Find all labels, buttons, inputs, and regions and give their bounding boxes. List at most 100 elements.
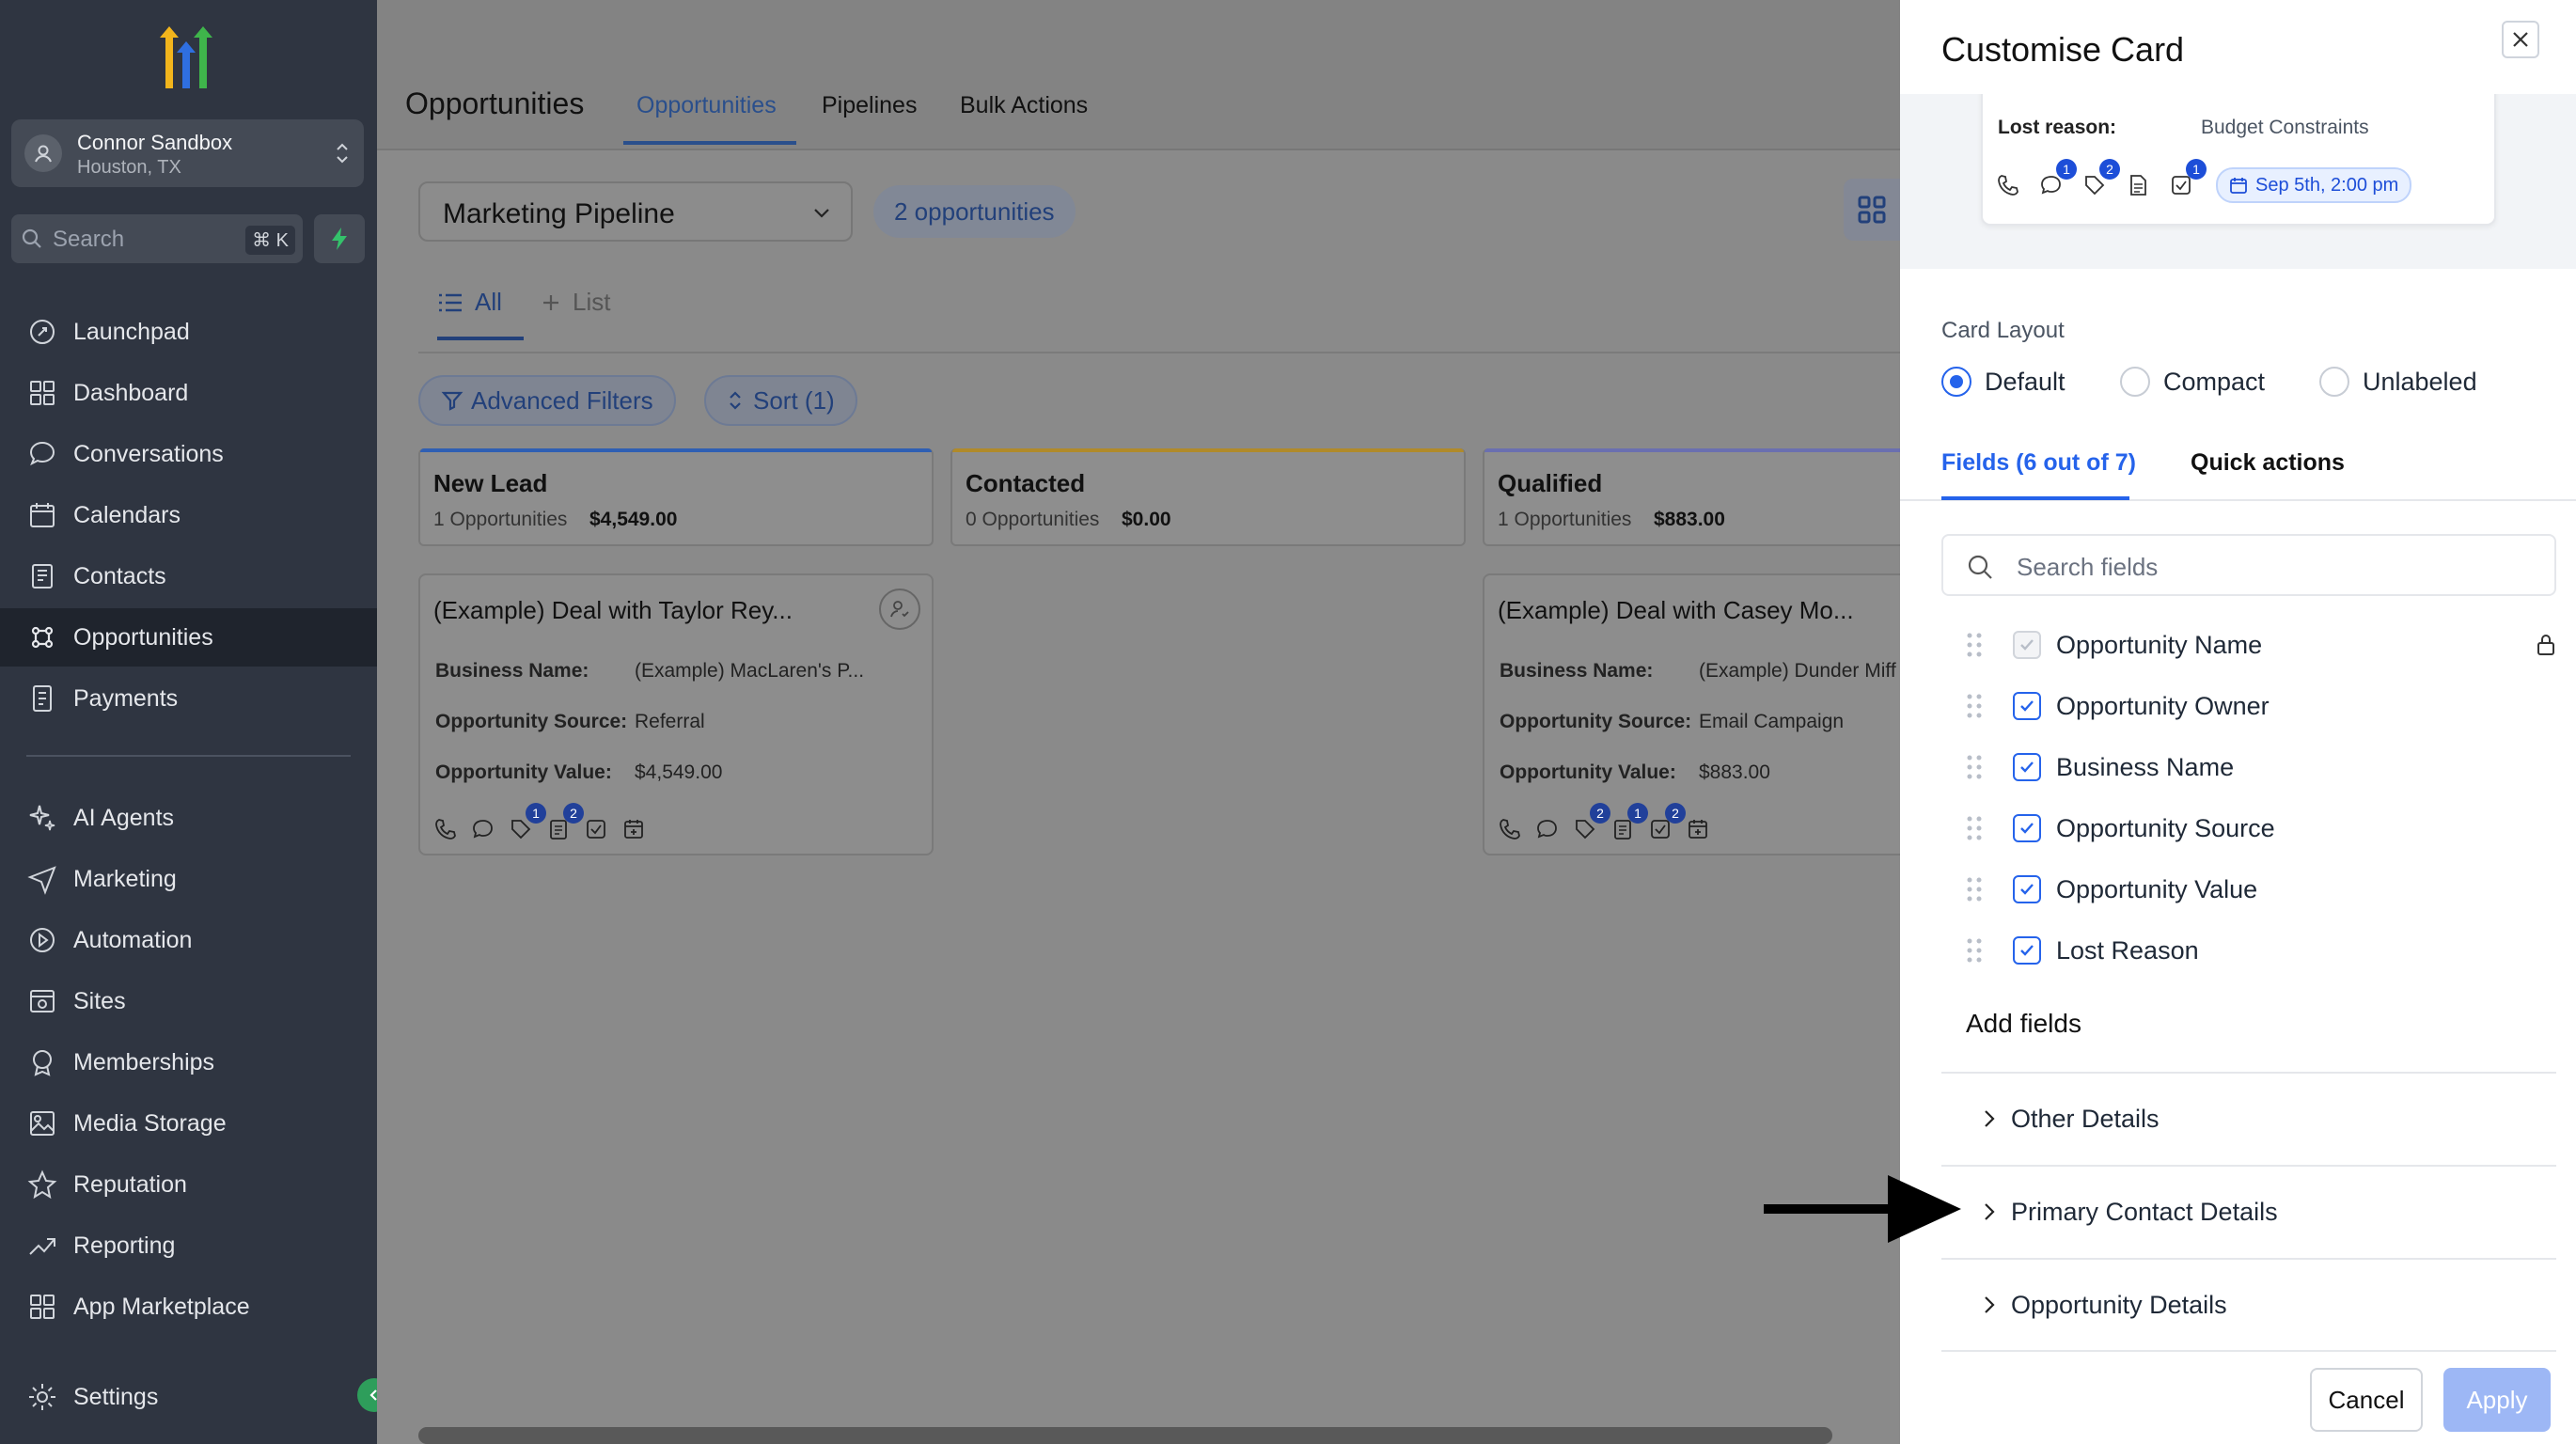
layout-radio-label: Default — [1985, 367, 2066, 396]
tab-fields[interactable]: Fields (6 out of 7) — [1941, 449, 2136, 477]
group-opportunity-details[interactable]: Opportunity Details — [1941, 1258, 2556, 1350]
search-fields-input[interactable]: Search fields — [1941, 534, 2556, 596]
customise-card-drawer: Customise Card Lost reason: Budget Const… — [1900, 0, 2576, 1444]
chevron-right-icon — [1985, 1296, 1995, 1313]
notes-icon[interactable]: 2 — [546, 803, 584, 844]
card-field-row: Opportunity Source: Email Campaign — [1500, 711, 1845, 732]
advanced-filters-button[interactable]: Advanced Filters — [418, 375, 676, 426]
tag-icon[interactable]: 2 — [1573, 803, 1610, 844]
field-checkbox[interactable] — [2013, 753, 2041, 781]
fields-tab-indicator — [1941, 496, 2129, 500]
field-row-opportunity-owner[interactable]: Opportunity Owner — [1941, 683, 2556, 730]
group-other-details[interactable]: Other Details — [1941, 1072, 2556, 1164]
sort-button[interactable]: Sort (1) — [704, 375, 857, 426]
drag-handle-icon[interactable] — [1964, 753, 1985, 781]
tag-icon: 2 — [2082, 159, 2126, 200]
phone-icon — [1996, 170, 2039, 200]
checkbox-task-icon[interactable]: 2 — [1648, 803, 1686, 844]
stage-column-header: Qualified 1 Opportunities $883.00 — [1483, 448, 1900, 546]
preview-badge: 2 — [2099, 159, 2120, 180]
sidebar-item-sites[interactable]: Sites — [0, 972, 377, 1030]
check-icon — [2020, 884, 2034, 895]
opportunity-card[interactable]: (Example) Deal with Taylor Rey... Busine… — [418, 573, 934, 855]
sites-icon — [26, 985, 58, 1017]
layout-radio-label: Unlabeled — [2363, 367, 2477, 396]
layout-radio-default[interactable]: Default — [1941, 367, 2066, 397]
apply-button[interactable]: Apply — [2443, 1368, 2551, 1432]
main-content: Opportunities Opportunities Pipelines Bu… — [377, 0, 1900, 1444]
view-tab-all[interactable]: All — [437, 288, 502, 317]
sidebar-item-payments[interactable]: Payments — [0, 669, 377, 728]
sidebar-item-automation[interactable]: Automation — [0, 911, 377, 969]
check-icon — [2020, 700, 2034, 712]
memberships-icon — [26, 1046, 58, 1078]
group-primary-contact-details[interactable]: Primary Contact Details — [1941, 1165, 2556, 1257]
sidebar-item-contacts[interactable]: Contacts — [0, 547, 377, 605]
layout-radio-compact[interactable]: Compact — [2120, 367, 2265, 397]
notes-icon[interactable]: 1 — [1610, 803, 1648, 844]
sidebar-item-memberships[interactable]: Memberships — [0, 1033, 377, 1091]
quick-action-button[interactable] — [314, 214, 365, 263]
phone-icon[interactable] — [1498, 814, 1535, 844]
sidebar-item-ai-agents[interactable]: AI Agents — [0, 789, 377, 847]
checkbox-task-icon[interactable] — [584, 814, 621, 844]
sidebar-item-reputation[interactable]: Reputation — [0, 1155, 377, 1214]
sidebar-search[interactable]: Search ⌘ K — [11, 214, 303, 263]
field-row-lost-reason[interactable]: Lost Reason — [1941, 927, 2556, 974]
sidebar-item-app-marketplace[interactable]: App Marketplace — [0, 1278, 377, 1336]
calendar-add-icon[interactable] — [621, 814, 659, 844]
account-switcher[interactable]: Connor Sandbox Houston, TX — [11, 119, 364, 187]
field-checkbox[interactable] — [2013, 814, 2041, 842]
phone-icon[interactable] — [433, 814, 471, 844]
field-row-opportunity-name[interactable]: Opportunity Name — [1941, 621, 2556, 668]
sidebar-item-label: Reputation — [73, 1170, 187, 1198]
sidebar-item-dashboard[interactable]: Dashboard — [0, 364, 377, 422]
chat-icon[interactable] — [471, 814, 509, 844]
tab-pipelines[interactable]: Pipelines — [822, 92, 917, 119]
field-row-opportunity-source[interactable]: Opportunity Source — [1941, 805, 2556, 852]
sidebar-item-calendars[interactable]: Calendars — [0, 486, 377, 544]
cancel-button[interactable]: Cancel — [2310, 1368, 2423, 1432]
stage-count: 1 Opportunities — [433, 509, 568, 530]
add-list-view-button[interactable]: List — [541, 288, 610, 317]
check-icon — [2020, 639, 2034, 651]
close-drawer-button[interactable] — [2502, 21, 2539, 58]
opportunity-card[interactable]: (Example) Deal with Casey Mo... Business… — [1483, 573, 1900, 855]
sidebar-item-media-storage[interactable]: Media Storage — [0, 1094, 377, 1153]
sidebar-item-settings[interactable]: Settings — [0, 1368, 377, 1426]
sidebar-item-conversations[interactable]: Conversations — [0, 425, 377, 483]
drag-handle-icon[interactable] — [1964, 692, 1985, 720]
card-field-row: Opportunity Source: Referral — [435, 711, 705, 732]
chevron-right-icon — [1985, 1203, 1995, 1220]
sidebar-item-label: Opportunities — [73, 623, 213, 651]
assign-owner-button[interactable] — [879, 589, 920, 630]
layout-radio-unlabeled[interactable]: Unlabeled — [2319, 367, 2477, 397]
sidebar-item-reporting[interactable]: Reporting — [0, 1216, 377, 1275]
search-icon — [1968, 555, 1992, 579]
sidebar-item-opportunities[interactable]: Opportunities — [0, 608, 377, 667]
drag-handle-icon[interactable] — [1964, 814, 1985, 842]
field-checkbox[interactable] — [2013, 692, 2041, 720]
card-preview-area: Lost reason: Budget Constraints 1 2 1 Se… — [1900, 94, 2576, 269]
sort-label: Sort (1) — [753, 385, 835, 415]
grid-view-button[interactable] — [1844, 179, 1900, 241]
calendar-add-icon[interactable] — [1686, 814, 1723, 844]
drag-handle-icon[interactable] — [1964, 875, 1985, 903]
chat-icon[interactable] — [1535, 814, 1573, 844]
tag-icon[interactable]: 1 — [509, 803, 546, 844]
tab-bulk-actions[interactable]: Bulk Actions — [960, 92, 1088, 119]
appointment-date-chip: Sep 5th, 2:00 pm — [2216, 167, 2412, 203]
sidebar-item-marketing[interactable]: Marketing — [0, 850, 377, 908]
drag-handle-icon[interactable] — [1964, 631, 1985, 659]
field-checkbox[interactable] — [2013, 875, 2041, 903]
tab-opportunities[interactable]: Opportunities — [636, 92, 777, 119]
field-checkbox[interactable] — [2013, 936, 2041, 965]
stage-color-bar — [420, 448, 932, 452]
pipeline-select[interactable]: Marketing Pipeline — [418, 181, 853, 242]
field-row-opportunity-value[interactable]: Opportunity Value — [1941, 866, 2556, 913]
field-row-business-name[interactable]: Business Name — [1941, 744, 2556, 791]
tab-quick-actions[interactable]: Quick actions — [2191, 449, 2345, 477]
sidebar-item-launchpad[interactable]: Launchpad — [0, 303, 377, 361]
drag-handle-icon[interactable] — [1964, 936, 1985, 965]
horizontal-scrollbar[interactable] — [418, 1427, 1832, 1444]
